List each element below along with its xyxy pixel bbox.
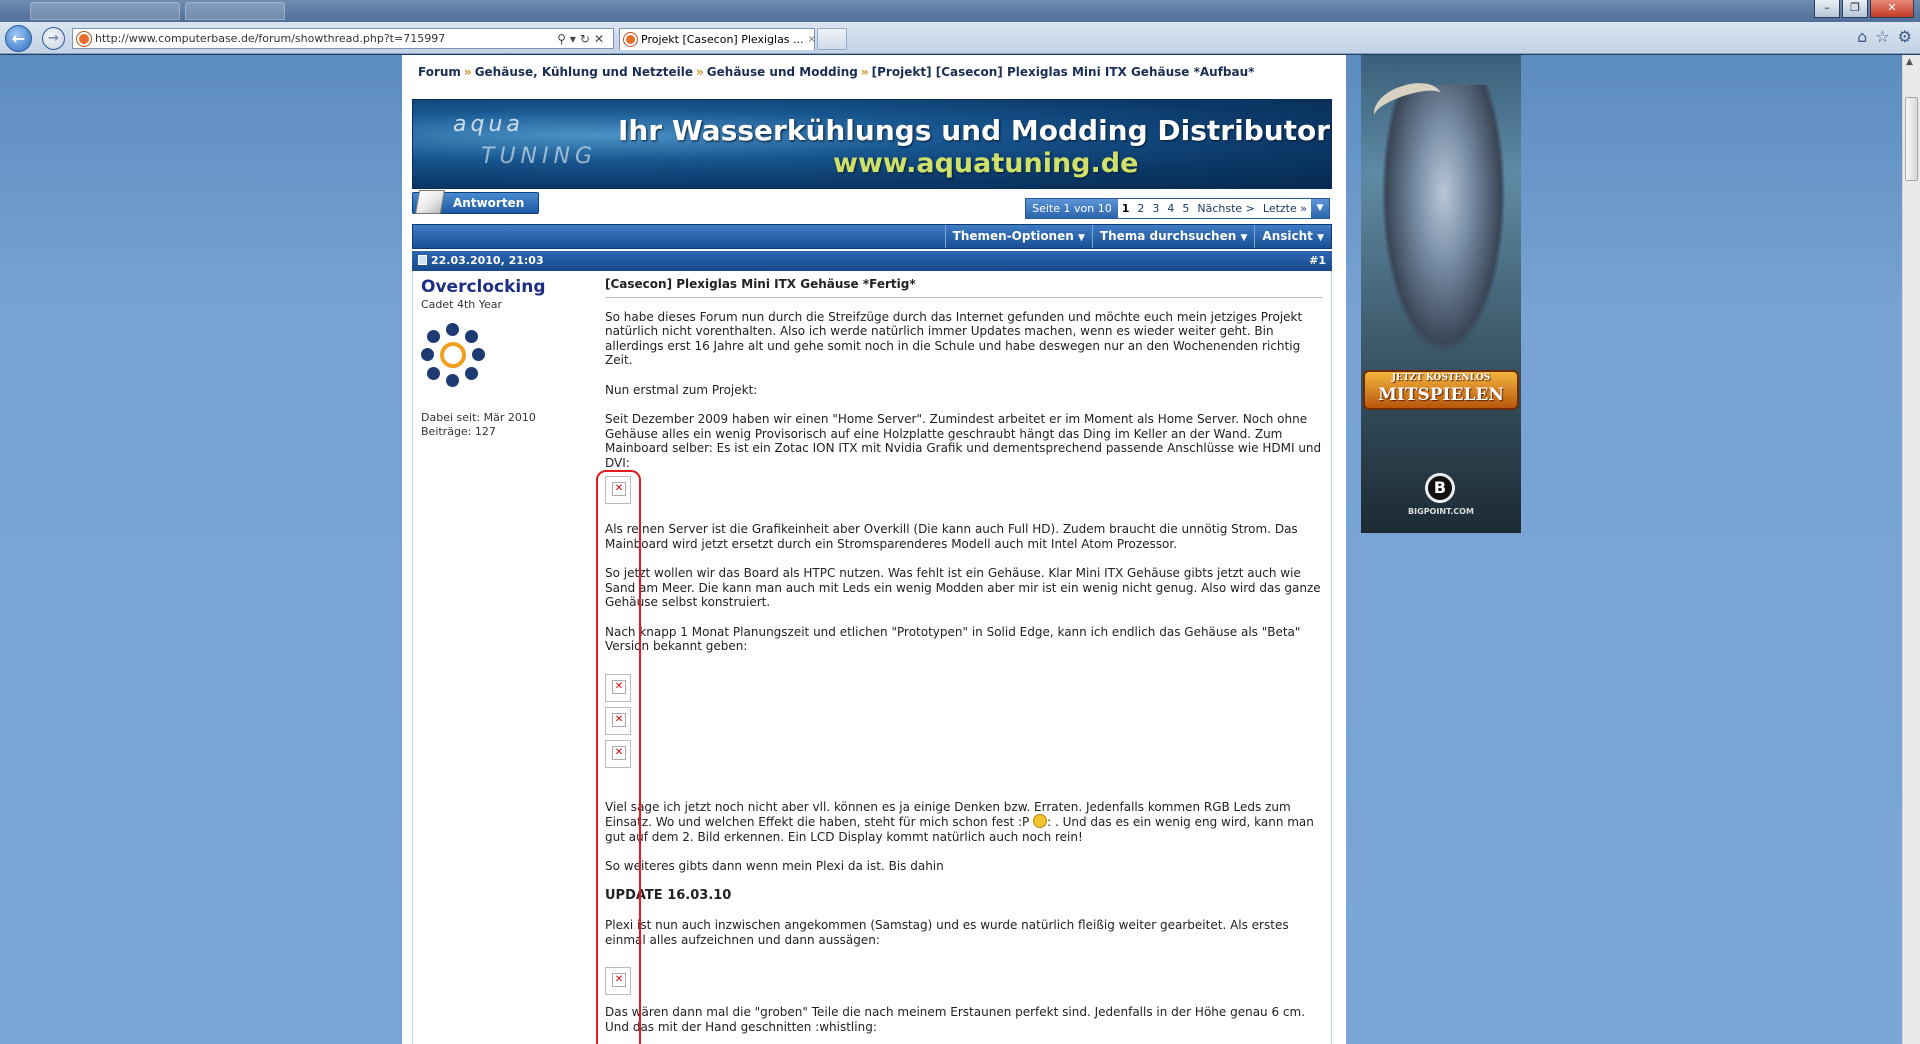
tab-favicon-icon bbox=[624, 33, 637, 46]
page-link-3[interactable]: 3 bbox=[1148, 199, 1163, 218]
pagination: Seite 1 von 10 1 2 3 4 5 Nächste > Letzt… bbox=[1025, 198, 1330, 219]
browser-navbar: ← → http://www.computerbase.de/forum/sho… bbox=[0, 22, 1920, 54]
bigpoint-logo-icon: B bbox=[1425, 473, 1455, 503]
breadcrumb-gehaeuse-modding[interactable]: Gehäuse und Modding bbox=[707, 65, 858, 79]
minimize-button[interactable]: – bbox=[1814, 0, 1840, 18]
breadcrumb-gehaeuse-kuehlung[interactable]: Gehäuse, Kühlung und Netzteile bbox=[475, 65, 693, 79]
banner-logo-sub: TUNING bbox=[481, 144, 597, 169]
tab-close-icon[interactable]: × bbox=[804, 34, 814, 45]
page-indicator: Seite 1 von 10 bbox=[1026, 199, 1118, 218]
page-link-2[interactable]: 2 bbox=[1133, 199, 1148, 218]
address-tools-icon[interactable]: ⚲▾↻✕ bbox=[557, 32, 613, 46]
post-paragraph: Das wären dann mal die "groben" Teile di… bbox=[605, 1005, 1306, 1034]
breadcrumb: Forum» Gehäuse, Kühlung und Netzteile» Geh… bbox=[418, 65, 1255, 79]
reply-pencil-icon bbox=[414, 190, 446, 214]
window-titlebar: – ❐ ✕ bbox=[0, 0, 1920, 22]
ad-cta-small: JETZT KOSTENLOS bbox=[1391, 373, 1491, 383]
site-favicon-icon bbox=[77, 31, 91, 46]
background-tab[interactable] bbox=[30, 2, 180, 20]
reply-label: Antworten bbox=[453, 196, 525, 210]
chevron-down-icon: ▼ bbox=[1077, 233, 1085, 243]
page-link-5[interactable]: 5 bbox=[1178, 199, 1193, 218]
settings-gear-icon[interactable]: ⚙ bbox=[1898, 27, 1912, 46]
last-page-link[interactable]: Letzte » bbox=[1259, 199, 1311, 218]
address-url[interactable]: http://www.computerbase.de/forum/showthr… bbox=[95, 32, 557, 45]
post-paragraph: Nach knapp 1 Monat Planungszeit und etli… bbox=[605, 624, 1301, 654]
post-header: 22.03.2010, 21:03 #1 bbox=[412, 251, 1332, 271]
post-paragraph: Seit Dezember 2009 haben wir einen "Home… bbox=[605, 412, 1322, 470]
skyscraper-ad[interactable]: JETZT KOSTENLOS MITSPIELEN B BIGPOINT.CO… bbox=[1361, 55, 1521, 533]
browser-toolbar-icons: ⌂ ☆ ⚙ bbox=[1857, 27, 1912, 46]
post-paragraph: Viel sage ich jetzt noch nicht aber vll.… bbox=[605, 799, 1314, 844]
banner-url: www.aquatuning.de bbox=[833, 148, 1139, 179]
reply-button[interactable]: Antworten bbox=[412, 190, 539, 214]
post-paragraph: So habe dieses Forum nun durch die Strei… bbox=[605, 309, 1303, 368]
avatar[interactable] bbox=[421, 323, 485, 387]
tab-title: Projekt [Casecon] Plexiglas ... bbox=[641, 33, 804, 46]
forum-content: Forum» Gehäuse, Kühlung und Netzteile» Geh… bbox=[402, 55, 1346, 1044]
smiley-icon bbox=[1033, 814, 1048, 828]
chevron-down-icon: ▼ bbox=[1240, 233, 1248, 243]
red-annotation-box bbox=[596, 470, 641, 1044]
post-title: [Casecon] Plexiglas Mini ITX Gehäuse *Fe… bbox=[605, 277, 1323, 298]
post-number-link[interactable]: #1 bbox=[1309, 254, 1326, 267]
thread-search-menu[interactable]: Thema durchsuchen ▼ bbox=[1091, 225, 1255, 248]
next-page-link[interactable]: Nächste > bbox=[1193, 199, 1259, 218]
username-link[interactable]: Overclocking bbox=[421, 277, 581, 297]
post-date: 22.03.2010, 21:03 bbox=[431, 254, 544, 267]
user-joined: Dabei seit: Mär 2010 bbox=[421, 411, 536, 424]
background-tab[interactable] bbox=[185, 2, 285, 20]
banner-headline: Ihr Wasserkühlungs und Modding Distribut… bbox=[618, 114, 1331, 147]
web-page: Forum» Gehäuse, Kühlung und Netzteile» Geh… bbox=[0, 55, 1902, 1044]
breadcrumb-forum[interactable]: Forum bbox=[418, 65, 461, 79]
home-icon[interactable]: ⌂ bbox=[1857, 27, 1867, 46]
user-rank: Cadet 4th Year bbox=[421, 298, 503, 311]
user-stats: Dabei seit: Mär 2010 Beiträge: 127 bbox=[421, 411, 581, 439]
post-message: [Casecon] Plexiglas Mini ITX Gehäuse *Fe… bbox=[605, 277, 1323, 1044]
favorites-star-icon[interactable]: ☆ bbox=[1875, 27, 1889, 46]
user-post-count: Beiträge: 127 bbox=[421, 425, 496, 438]
forward-button[interactable]: → bbox=[42, 27, 65, 50]
ad-cta-big: MITSPIELEN bbox=[1378, 385, 1504, 405]
post-paragraph: So jetzt wollen wir das Board als HTPC n… bbox=[605, 566, 1321, 609]
page-link-1[interactable]: 1 bbox=[1118, 199, 1134, 218]
vertical-scrollbar[interactable]: ▲ bbox=[1902, 55, 1920, 1044]
advert-banner[interactable]: aqua TUNING Ihr Wasserkühlungs und Moddi… bbox=[412, 99, 1332, 189]
breadcrumb-thread: [Projekt] [Casecon] Plexiglas Mini ITX G… bbox=[871, 65, 1255, 79]
back-button[interactable]: ← bbox=[5, 25, 32, 52]
maximize-button[interactable]: ❐ bbox=[1842, 0, 1868, 18]
close-window-button[interactable]: ✕ bbox=[1870, 0, 1914, 18]
post-paragraph: Nun erstmal zum Projekt: bbox=[605, 382, 758, 397]
scroll-up-icon[interactable]: ▲ bbox=[1906, 57, 1913, 67]
thread-options-menu[interactable]: Themen-Optionen ▼ bbox=[944, 225, 1092, 248]
post-paragraph: So weiteres gibts dann wenn mein Plexi d… bbox=[605, 859, 944, 873]
page-link-4[interactable]: 4 bbox=[1163, 199, 1178, 218]
ad-play-button[interactable]: JETZT KOSTENLOS MITSPIELEN bbox=[1363, 370, 1519, 410]
thread-view-menu[interactable]: Ansicht ▼ bbox=[1254, 225, 1331, 248]
post-icon bbox=[418, 255, 427, 265]
ad-brand: BIGPOINT.COM bbox=[1408, 507, 1474, 516]
new-tab-button[interactable] bbox=[817, 28, 847, 50]
post-paragraph: Als reinen Server ist die Grafikeinheit … bbox=[605, 522, 1298, 551]
scrollbar-thumb[interactable] bbox=[1905, 97, 1918, 181]
window-controls: – ❐ ✕ bbox=[1814, 0, 1914, 18]
user-info: Overclocking Cadet 4th Year Dabei seit: … bbox=[421, 277, 581, 439]
post-body: Overclocking Cadet 4th Year Dabei seit: … bbox=[412, 271, 1332, 1044]
post-paragraph: Plexi ist nun auch inzwischen angekommen… bbox=[605, 918, 1289, 947]
chevron-down-icon: ▼ bbox=[1317, 233, 1324, 243]
banner-logo: aqua bbox=[453, 112, 524, 137]
active-tab[interactable]: Projekt [Casecon] Plexiglas ... × bbox=[619, 28, 815, 50]
page-jump-dropdown-icon[interactable]: ▼ bbox=[1311, 199, 1329, 218]
address-bar[interactable]: http://www.computerbase.de/forum/showthr… bbox=[72, 28, 614, 49]
thread-toolbar: Themen-Optionen ▼ Thema durchsuchen ▼ An… bbox=[412, 224, 1332, 249]
update-heading: UPDATE 16.03.10 bbox=[605, 887, 732, 903]
